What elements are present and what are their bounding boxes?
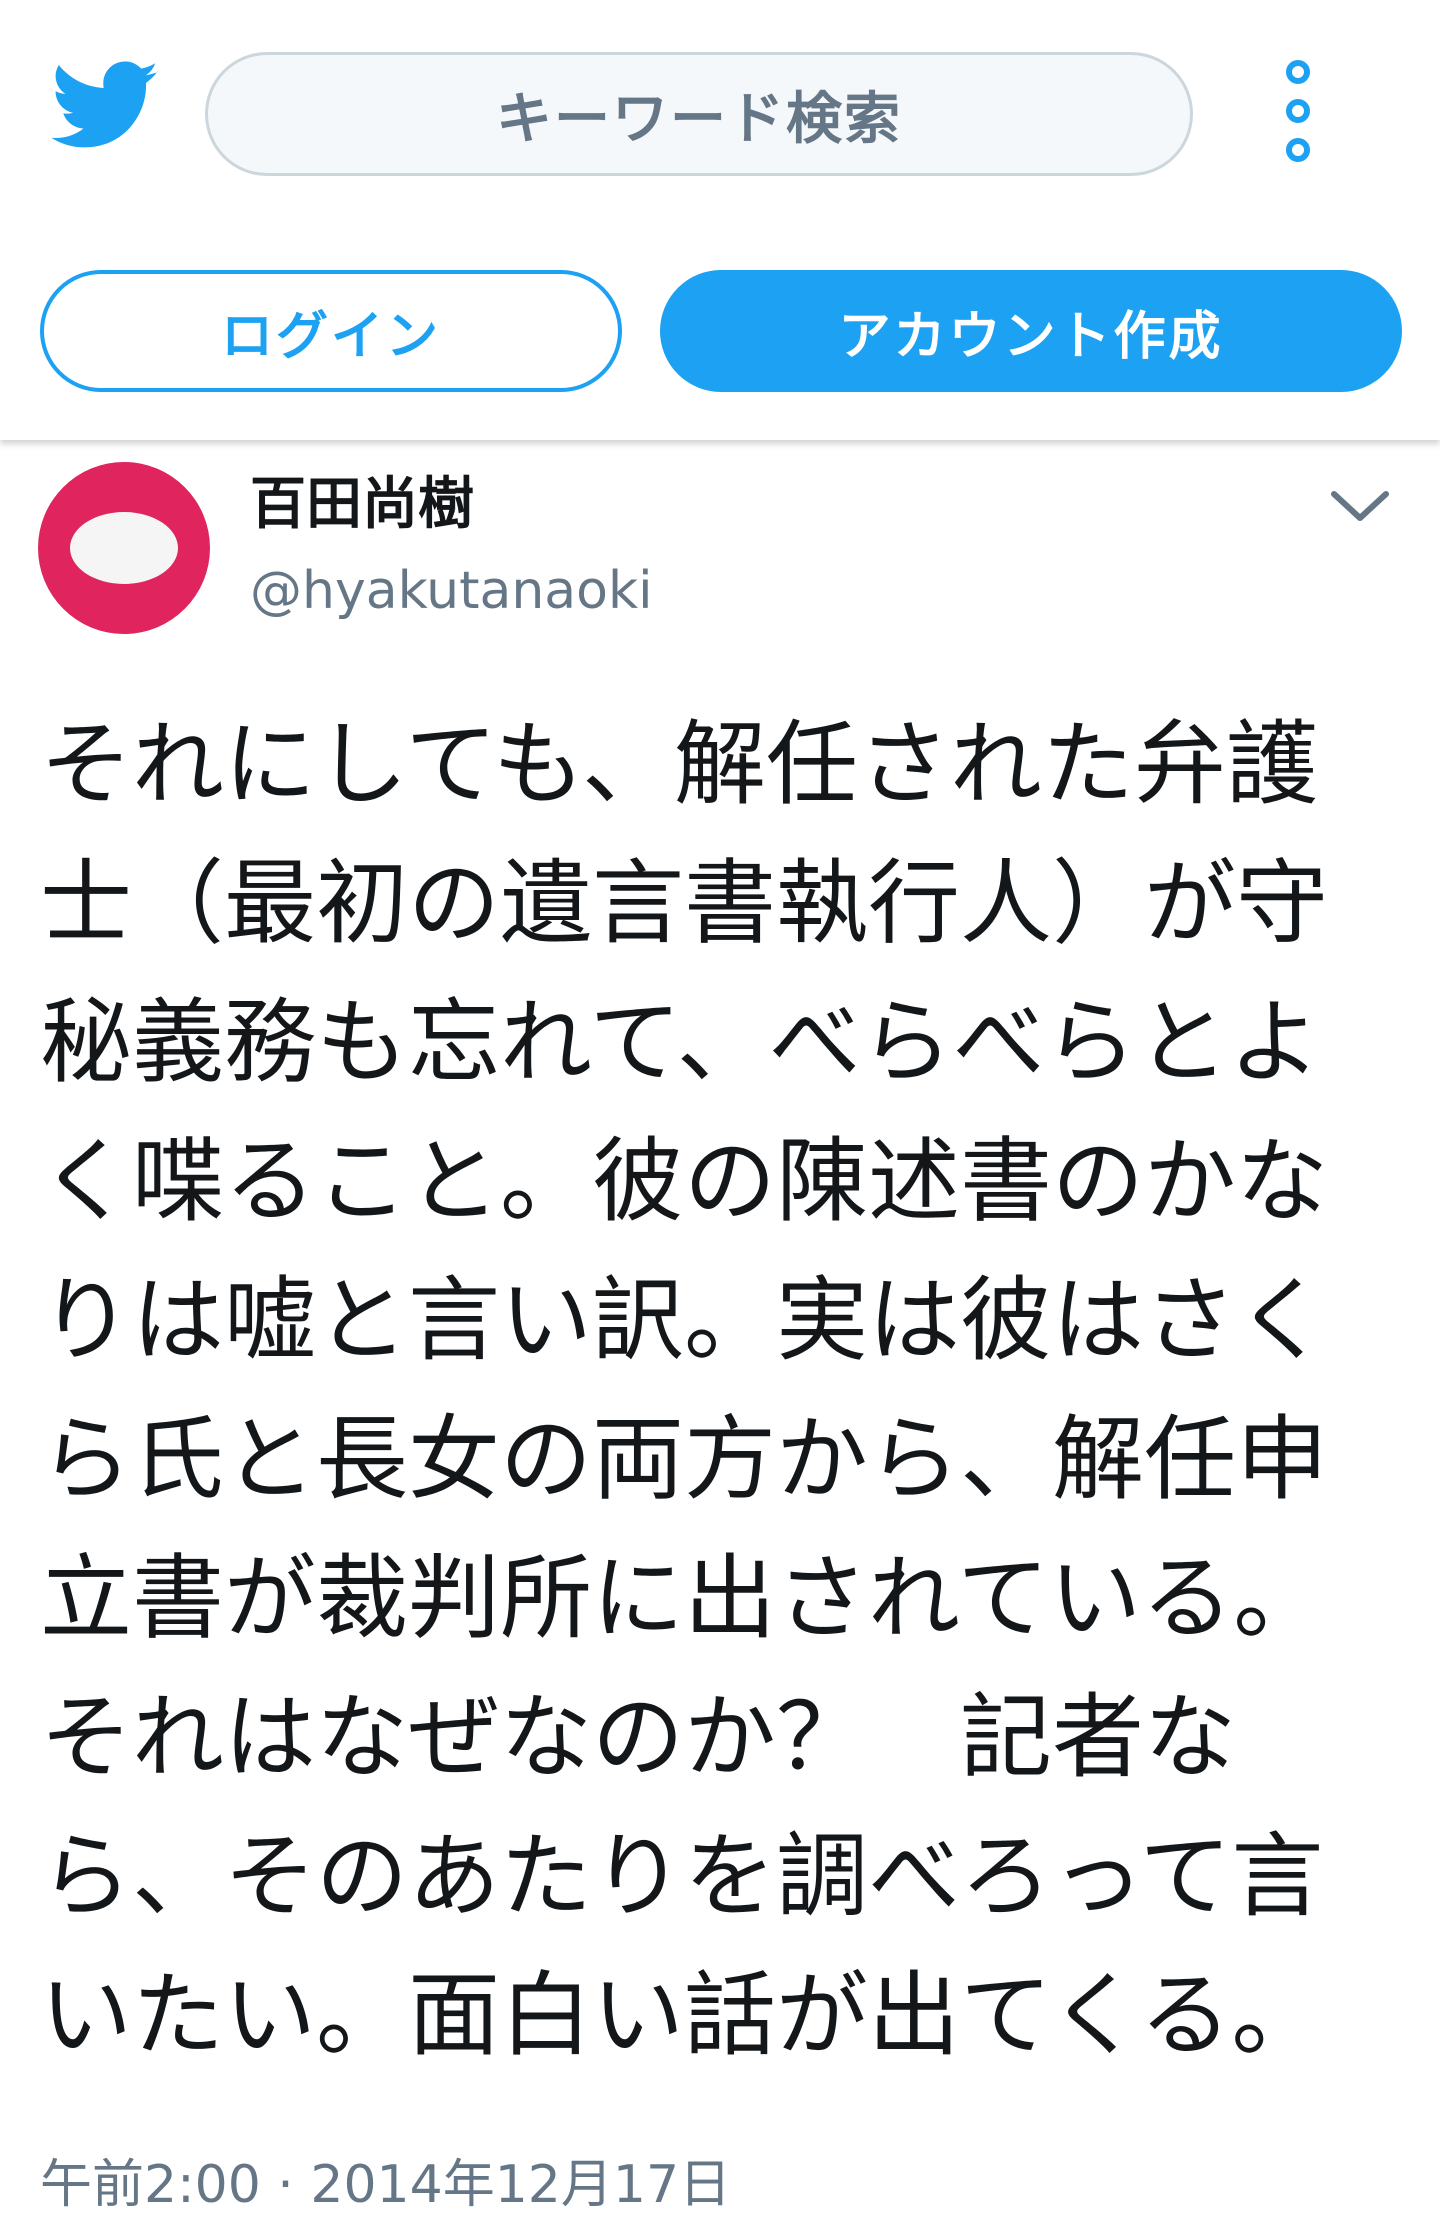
avatar-image (70, 512, 178, 584)
tweet-timestamp[interactable]: 午前2:00 · 2014年12月17日 (40, 2150, 731, 2220)
author-name[interactable]: 百田尚樹 (250, 470, 474, 540)
chevron-down-icon[interactable] (1328, 486, 1392, 526)
signup-button[interactable]: アカウント作成 (660, 270, 1402, 392)
author-handle[interactable]: @hyakutanaoki (250, 556, 653, 626)
login-button[interactable]: ログイン (40, 270, 622, 392)
avatar[interactable] (38, 462, 210, 634)
twitter-bird-icon[interactable] (52, 58, 160, 154)
search-input[interactable]: キーワード検索 (205, 52, 1193, 176)
more-vertical-icon[interactable] (1268, 58, 1328, 164)
tweet-text: それにしても、解任された弁護 士（最初の遺言書執行人）が守 秘義務も忘れて、べら… (40, 711, 1329, 2069)
top-navigation-bar: キーワード検索 ログイン アカウント作成 (0, 0, 1440, 440)
search-placeholder: キーワード検索 (496, 86, 902, 152)
